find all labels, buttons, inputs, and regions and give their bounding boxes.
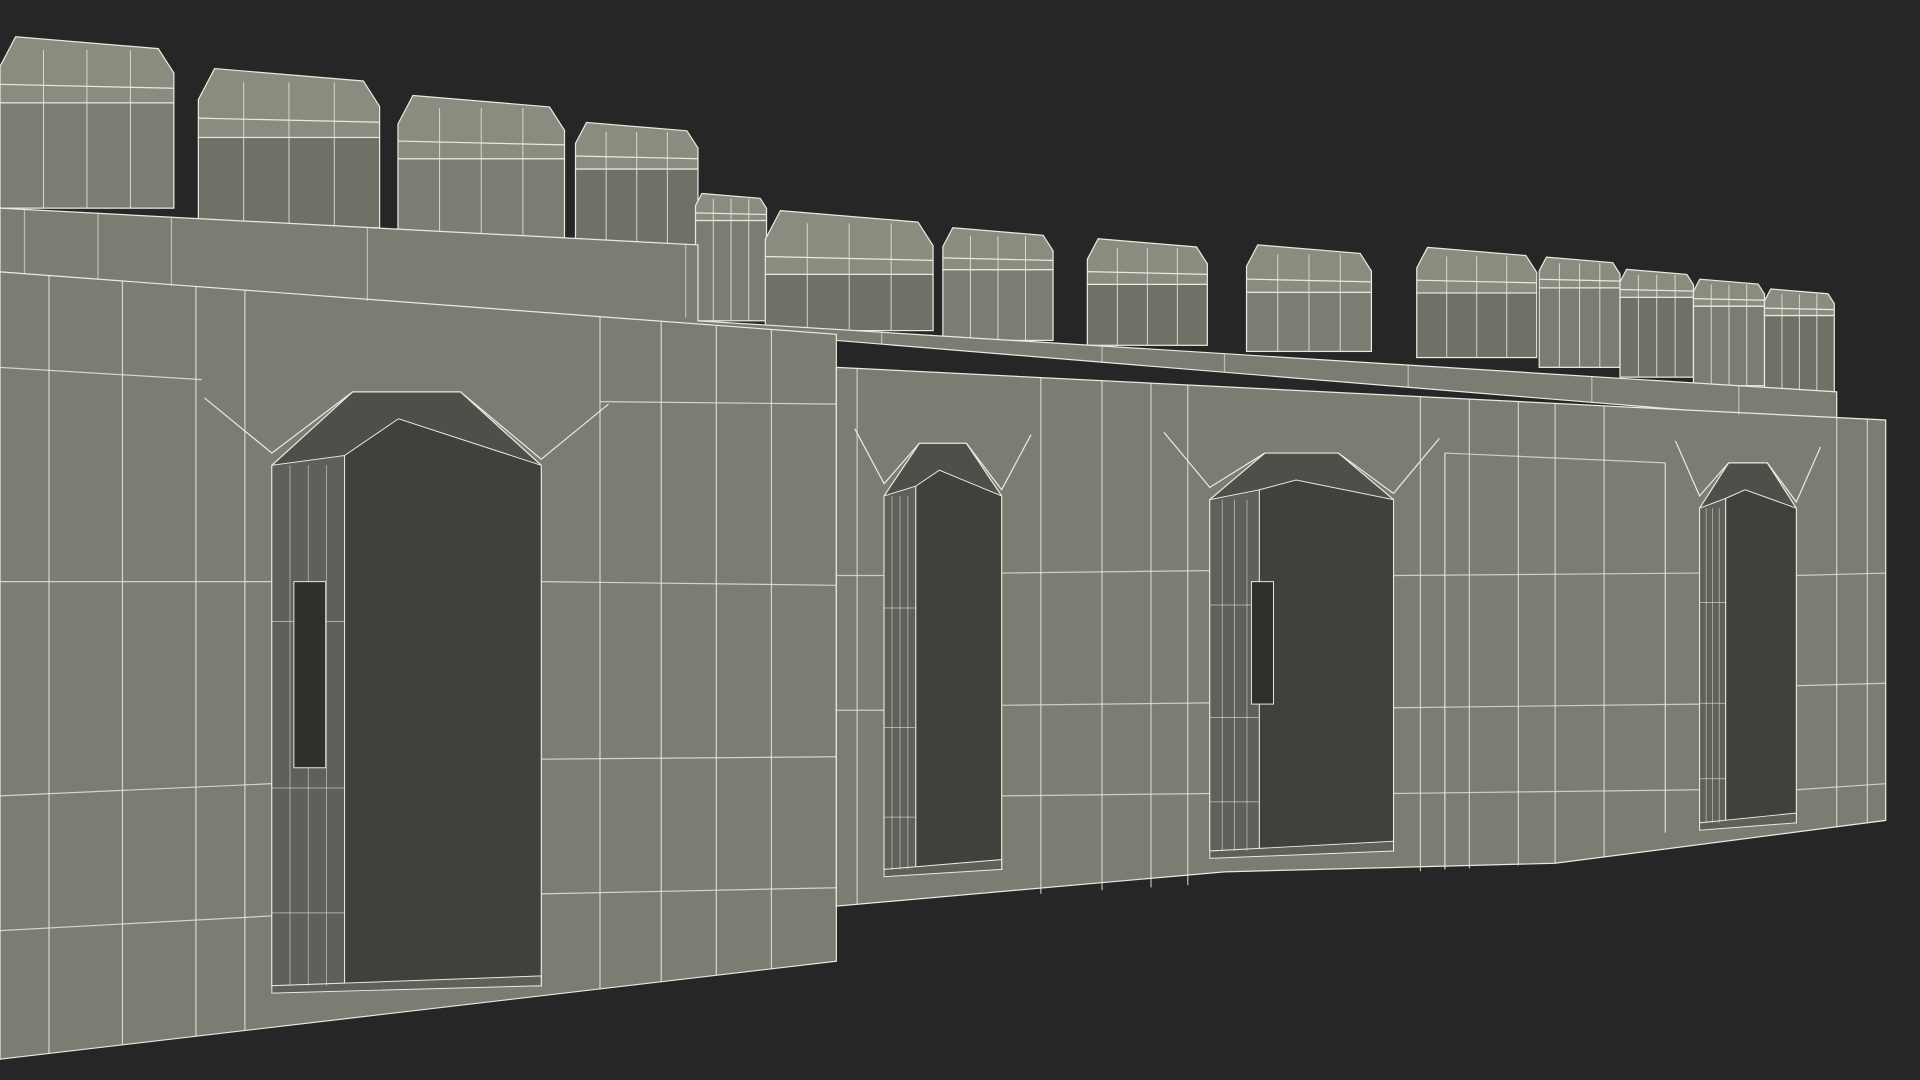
merlon: [764, 209, 934, 332]
merlon: [1245, 244, 1373, 353]
merlon: [1619, 268, 1695, 378]
niche-back-wall: [915, 469, 1003, 870]
merlon: [1086, 238, 1208, 346]
merlon: [397, 94, 566, 244]
merlon: [942, 227, 1054, 342]
merlon: [1416, 246, 1538, 359]
niche-back-wall: [344, 418, 542, 987]
arrow-slit: [1250, 581, 1274, 705]
niche-back-wall: [1725, 489, 1797, 824]
merlon: [197, 67, 381, 229]
merlon: [0, 36, 175, 209]
merlon: [1692, 278, 1766, 387]
merlon: [574, 121, 699, 252]
viewport: [0, 0, 1920, 1080]
niche-back-wall: [1258, 479, 1394, 852]
castle-wall-render: [0, 36, 1887, 1060]
merlon: [694, 192, 768, 322]
merlon: [1763, 288, 1835, 395]
merlon: [1538, 256, 1621, 368]
arrow-slit: [293, 581, 327, 769]
